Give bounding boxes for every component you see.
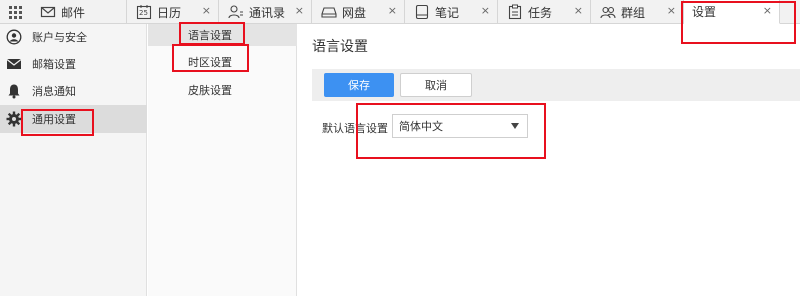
tab-drive[interactable]: 网盘 × [312,0,405,24]
settings-sidebar: 账户与安全 邮箱设置 消息通知 通用设置 [0,24,147,296]
group-icon [600,4,616,20]
highlight-box-general-settings [21,109,94,136]
close-icon[interactable]: × [388,4,397,17]
notes-icon [414,4,430,20]
tab-mail[interactable]: 邮件 [31,0,127,24]
sidebar-item-label: 消息通知 [32,85,76,98]
page-title: 语言设置 [312,39,368,55]
mail-icon [40,4,56,20]
mail-icon [6,56,22,72]
sidebar-item-label: 邮箱设置 [32,58,76,71]
calendar-day-badge: 25 [139,9,148,17]
tab-label: 通讯录 [249,5,286,20]
close-icon[interactable]: × [667,4,676,17]
close-icon[interactable]: × [574,4,583,17]
user-icon [6,29,22,45]
gear-icon [6,111,22,127]
tab-label: 邮件 [61,5,86,20]
submenu-item-label: 皮肤设置 [188,84,232,97]
highlight-box-timezone-settings [172,44,249,72]
tasks-icon [507,4,523,20]
cancel-button[interactable]: 取消 [400,73,472,97]
main-panel: 语言设置 保存 取消 默认语言设置 简体中文 [298,24,800,296]
bell-icon [6,83,22,99]
tab-label: 笔记 [435,5,460,20]
tab-label: 日历 [157,5,182,20]
sidebar-item-mailbox-settings[interactable]: 邮箱设置 [0,51,147,77]
save-button[interactable]: 保存 [324,73,394,97]
tab-bar: 邮件 25 日历 × 通讯录 × 网盘 × 笔记 × 任务 × 群组 × 设置 … [0,0,800,24]
drive-icon [321,4,337,20]
contacts-icon [228,4,244,20]
tab-contacts[interactable]: 通讯录 × [219,0,312,24]
tab-label: 任务 [528,5,553,20]
sidebar-item-account-security[interactable]: 账户与安全 [0,24,147,50]
close-icon[interactable]: × [295,4,304,17]
action-toolbar: 保存 取消 [312,69,800,101]
apps-grid-icon[interactable] [0,0,30,24]
sidebar-item-label: 账户与安全 [32,31,87,44]
tab-tasks[interactable]: 任务 × [498,0,591,24]
highlight-box-settings-tab [681,1,796,44]
tab-notes[interactable]: 笔记 × [405,0,498,24]
highlight-box-language-settings [179,22,245,45]
tab-label: 网盘 [342,5,367,20]
submenu-item-skin[interactable]: 皮肤设置 [148,79,297,101]
tab-calendar[interactable]: 25 日历 × [127,0,219,24]
highlight-box-language-select [356,103,546,159]
tab-group[interactable]: 群组 × [591,0,684,24]
close-icon[interactable]: × [481,4,490,17]
tab-label: 群组 [621,5,646,20]
calendar-icon: 25 [136,4,152,20]
sidebar-item-notifications[interactable]: 消息通知 [0,78,147,104]
close-icon[interactable]: × [202,4,211,17]
